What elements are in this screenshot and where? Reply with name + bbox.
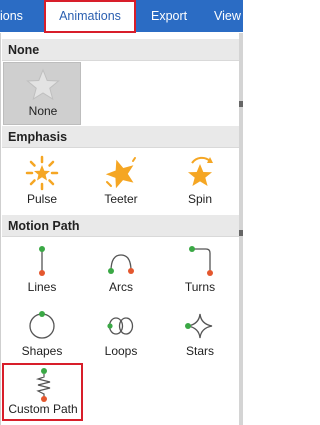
- motion-path-arcs[interactable]: Arcs: [82, 239, 160, 301]
- animations-dropdown: None None Emphasis Pulse Teeter Spin Mot…: [0, 33, 241, 425]
- section-emphasis-header: Emphasis: [2, 126, 240, 148]
- section-none-header: None: [2, 39, 240, 61]
- motion-path-turns-label: Turns: [184, 280, 216, 294]
- animation-pulse-label: Pulse: [26, 192, 58, 206]
- animation-teeter[interactable]: Teeter: [82, 151, 160, 213]
- motion-path-lines[interactable]: Lines: [3, 239, 81, 301]
- tab-transitions[interactable]: ions: [0, 0, 23, 32]
- animation-none-label: None: [28, 104, 58, 118]
- arc-path-icon: [108, 254, 134, 274]
- motion-path-custom[interactable]: Custom Path: [2, 363, 83, 421]
- gray-star-icon: [26, 68, 60, 101]
- tab-export[interactable]: Export: [151, 0, 187, 32]
- circle-path-icon: [29, 311, 55, 339]
- pulse-burst-icon: [25, 155, 59, 191]
- animation-spin[interactable]: Spin: [161, 151, 239, 213]
- motion-path-stars[interactable]: Stars: [161, 303, 239, 365]
- motion-path-stars-label: Stars: [185, 344, 214, 358]
- motion-path-turns[interactable]: Turns: [161, 239, 239, 301]
- tab-view[interactable]: View: [214, 0, 241, 32]
- star-path-icon: [185, 313, 213, 339]
- section-motion-path-header: Motion Path: [2, 215, 240, 237]
- motion-path-loops-label: Loops: [104, 344, 138, 358]
- motion-path-arcs-label: Arcs: [109, 280, 133, 294]
- motion-path-shapes[interactable]: Shapes: [3, 303, 81, 365]
- motion-path-shapes-label: Shapes: [21, 344, 63, 358]
- menu-scroll-edge: [239, 33, 243, 425]
- motion-path-custom-label: Custom Path: [8, 402, 78, 416]
- motion-path-lines-label: Lines: [27, 280, 57, 294]
- edge-marker-bottom: [239, 230, 243, 236]
- spin-star-icon: [188, 156, 213, 186]
- custom-zigzag-path-icon: [35, 368, 51, 402]
- animation-pulse[interactable]: Pulse: [3, 151, 81, 213]
- teeter-star-icon: [105, 157, 136, 189]
- edge-marker-top: [239, 101, 243, 107]
- ribbon-tab-bar: ions Animations Export View: [0, 0, 243, 33]
- animation-teeter-label: Teeter: [104, 192, 138, 206]
- loop-path-icon: [107, 317, 134, 335]
- line-path-icon: [39, 246, 45, 276]
- tab-animations[interactable]: Animations: [44, 0, 136, 33]
- animation-none[interactable]: None: [3, 62, 81, 125]
- animation-spin-label: Spin: [187, 192, 213, 206]
- motion-path-loops[interactable]: Loops: [82, 303, 160, 365]
- turn-path-icon: [189, 246, 213, 276]
